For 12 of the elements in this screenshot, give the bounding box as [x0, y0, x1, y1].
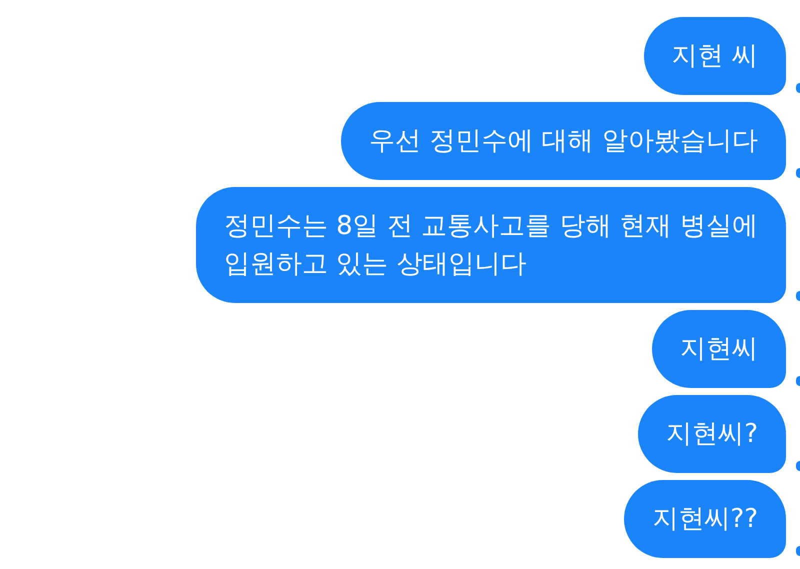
read-status-icon	[796, 376, 800, 386]
message-bubble: 정민수는 8일 전 교통사고를 당해 현재 병실에 입원하고 있는 상태입니다	[196, 187, 786, 303]
message-bubble: 지현씨??	[624, 480, 786, 558]
read-status-icon	[796, 168, 800, 178]
message-bubble: 지현씨?	[638, 395, 786, 473]
read-status-icon	[796, 83, 800, 93]
message-bubble: 우선 정민수에 대해 알아봤습니다	[341, 102, 786, 180]
read-status-icon	[796, 291, 800, 301]
read-status-icon	[796, 546, 800, 556]
read-status-icon	[796, 461, 800, 471]
message-bubble: 지현씨	[652, 310, 786, 388]
message-bubble: 지현 씨	[644, 17, 786, 95]
